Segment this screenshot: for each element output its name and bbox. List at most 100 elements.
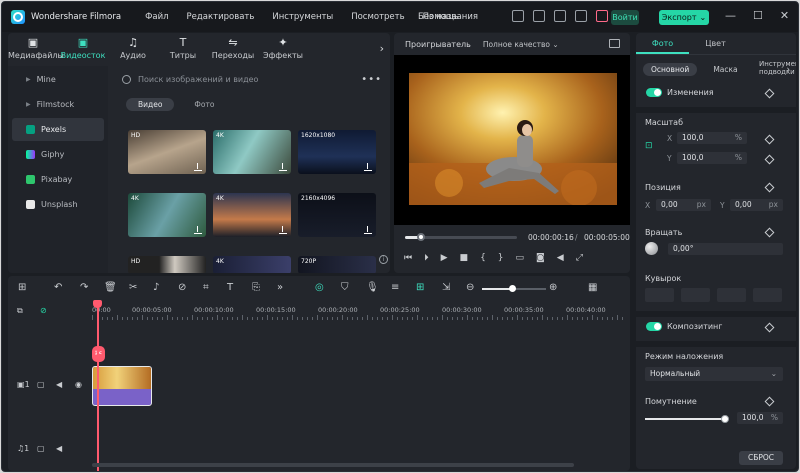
zoom-slider-handle[interactable] [509,285,517,292]
export-frame-icon[interactable]: ⎘ [252,282,260,293]
stop-icon[interactable]: ■ [460,253,469,263]
scrubber-handle[interactable] [416,233,425,241]
subtab-basic[interactable]: Основной [643,62,698,76]
keyframe-icon[interactable] [764,88,775,99]
mark-in-icon[interactable]: { [480,253,486,263]
tab-effects[interactable]: ✦ Эффекты [258,33,308,65]
crop-icon[interactable]: ⌗ [203,282,209,293]
close-icon[interactable]: ✕ [780,9,789,22]
display-icon[interactable]: ▭ [516,253,525,263]
mark-out-icon[interactable]: } [498,253,504,263]
folder-icon[interactable]: ▢ [37,380,45,389]
transform-toggle[interactable] [646,88,662,97]
eye-icon[interactable]: ◉ [75,380,82,389]
quality-select[interactable]: Полное качество ⌄ [483,40,559,49]
keyframe-icon[interactable] [764,154,775,165]
snapshot-icon[interactable] [609,39,620,48]
folder-icon[interactable]: ▢ [37,444,45,453]
account-icon[interactable] [575,10,587,22]
layout-icon[interactable] [512,10,524,22]
timeline-scrollbar[interactable] [92,463,574,467]
playback-scrubber[interactable] [405,233,517,241]
rotate-dial-icon[interactable] [645,242,658,255]
marker-icon[interactable]: ⛉ [341,282,349,293]
info-icon[interactable]: i [379,255,388,264]
menu-edit[interactable]: Редактировать [187,12,255,22]
position-y-field[interactable]: 0,00 px [730,199,783,211]
stock-thumb[interactable]: 1620x1080 [298,130,376,174]
source-pexels[interactable]: Pexels [12,118,104,141]
render-icon[interactable]: ◎ [315,282,324,293]
zoom-slider[interactable] [482,285,546,292]
camera-icon[interactable]: ◙ [536,253,545,263]
scale-x-field[interactable]: 100,0% [677,132,747,144]
download-icon[interactable] [194,163,202,171]
fullscreen-icon[interactable]: ⤢ [576,253,583,263]
prev-frame-icon[interactable]: ⏮ [404,253,412,263]
maximize-icon[interactable]: ☐ [753,9,763,22]
volume-icon[interactable]: ◀ [56,380,62,389]
zoom-in-icon[interactable]: ⊕ [549,282,557,293]
speed-icon[interactable]: ⊘ [178,282,186,293]
composite-toggle[interactable] [646,322,662,331]
flip-horizontal-button[interactable] [645,288,674,302]
text-tool-icon[interactable]: T [227,282,233,293]
more-tools-icon[interactable]: » [277,282,283,293]
source-filmstock[interactable]: ▶ Filmstock [12,93,104,116]
chevron-right-icon[interactable]: › [786,65,790,75]
grid-view-icon[interactable]: ▦ [588,282,597,293]
audio-detach-icon[interactable]: ♪ [153,282,159,293]
add-track-icon[interactable]: ⧉ [17,306,23,316]
stock-search[interactable]: Поиск изображений и видео ••• [118,71,388,87]
mixer-icon[interactable]: ≡ [391,282,399,293]
subtab-mask[interactable]: Маска [713,65,737,74]
opacity-slider[interactable] [645,415,729,423]
stock-thumb[interactable]: 4K [213,256,291,273]
flip-vertical-button[interactable] [681,288,710,302]
tab-photo[interactable]: Фото [636,33,689,54]
stock-thumb[interactable]: 2160x4096 [298,193,376,237]
filter-photo[interactable]: Фото [182,98,226,111]
download-icon[interactable] [279,226,287,234]
download-icon[interactable] [194,226,202,234]
mic-icon[interactable]: 🎙 [366,282,379,293]
tab-transitions[interactable]: ⇋ Переходы [208,33,258,65]
tab-audio[interactable]: ♫ Аудио [108,33,158,65]
search-input[interactable]: Поиск изображений и видео [138,75,258,84]
rotate-right-button[interactable] [717,288,746,302]
stock-thumb[interactable]: 4K [128,193,206,237]
subtab-stroke[interactable]: Инструмент подводки [759,60,796,76]
rotate-field[interactable]: 0,00° [668,243,783,255]
menu-file[interactable]: Файл [145,12,168,22]
tab-titles[interactable]: T Титры [158,33,208,65]
menu-tools[interactable]: Инструменты [272,12,333,22]
more-options-icon[interactable]: ••• [361,74,382,85]
playhead[interactable] [93,300,102,471]
link-icon[interactable]: ⊘ [40,306,47,315]
save-icon[interactable] [533,10,545,22]
opacity-field[interactable]: 100,0% [737,412,783,424]
stock-thumb[interactable]: 4K [213,130,291,174]
timeline-ruler[interactable]: 00:00 00:00:05:00 00:00:10:00 00:00:15:0… [92,302,630,322]
position-x-field[interactable]: 0,00 px [656,199,711,211]
lock-ratio-icon[interactable]: ⊡ [645,141,653,151]
slider-handle[interactable] [721,415,729,423]
tab-stock-video[interactable]: ▣ Видеосток [58,33,108,65]
stock-thumb[interactable]: HD [128,130,206,174]
minimize-icon[interactable]: — [725,9,736,22]
chevron-right-icon[interactable]: › [380,42,384,55]
snap-icon[interactable]: ⊞ [416,282,424,293]
keyframe-icon[interactable] [764,322,775,333]
volume-icon[interactable]: ◀ [56,444,62,453]
delete-icon[interactable]: 🗑 [104,282,117,293]
download-icon[interactable] [364,226,372,234]
playhead-handle[interactable] [93,300,102,308]
split-icon[interactable]: ✂ [129,282,137,293]
reset-button[interactable]: СБРОС [739,451,783,465]
source-giphy[interactable]: Giphy [12,143,104,166]
download-icon[interactable] [279,163,287,171]
playhead-split-icon[interactable]: ✂ [92,346,105,362]
rotate-left-button[interactable] [753,288,782,302]
play-icon[interactable]: ▶ [441,253,448,263]
stock-thumb[interactable]: 4K [213,193,291,237]
